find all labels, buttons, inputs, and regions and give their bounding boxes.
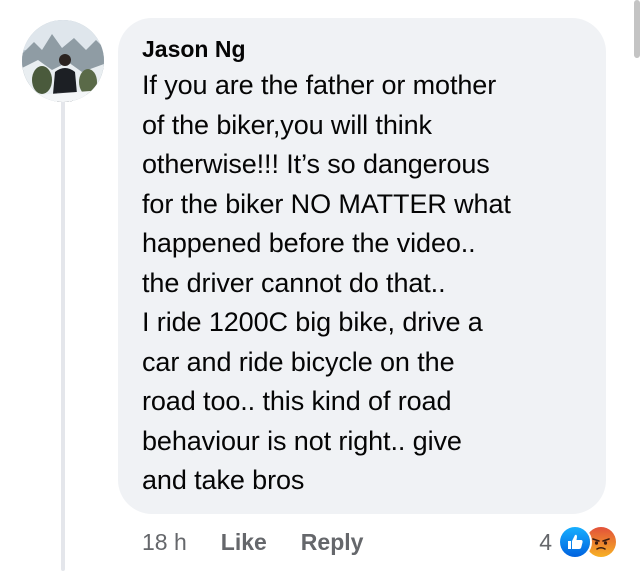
comment-actions: 18 h Like Reply [142, 524, 363, 560]
reaction-count: 4 [539, 528, 552, 555]
comment-text-line: behaviour is not right.. give [142, 425, 462, 456]
like-button[interactable]: Like [221, 529, 267, 556]
comment-author[interactable]: Jason Ng [142, 34, 584, 64]
like-icon [558, 525, 592, 559]
thread-line [61, 100, 65, 571]
comment-text-line: car and ride bicycle on the [142, 346, 455, 377]
comment-text-line: road too.. this kind of road [142, 386, 452, 416]
comment-timestamp[interactable]: 18 h [142, 529, 187, 556]
comment-text-line: the driver cannot do that.. [142, 267, 446, 298]
comment-text-line: and take bros [142, 465, 305, 495]
avatar-photo [22, 20, 104, 102]
avatar[interactable] [22, 20, 104, 102]
comment-text-line: I ride 1200C big bike, drive a [142, 307, 483, 337]
scrollbar[interactable] [634, 0, 640, 58]
comment-text-line: of the biker,you will think [142, 109, 432, 140]
reply-button[interactable]: Reply [301, 529, 364, 556]
comment-text-line: If you are the father or mother [142, 70, 497, 100]
reactions-summary[interactable]: 4 [539, 522, 618, 562]
comment-text-line: happened before the video.. [142, 228, 476, 258]
comment-bubble: Jason Ng If you are the father or mother… [118, 18, 606, 514]
comment-text-line: otherwise!!! It’s so dangerous [142, 149, 490, 179]
comment-text-line: for the biker NO MATTER what [142, 188, 511, 219]
